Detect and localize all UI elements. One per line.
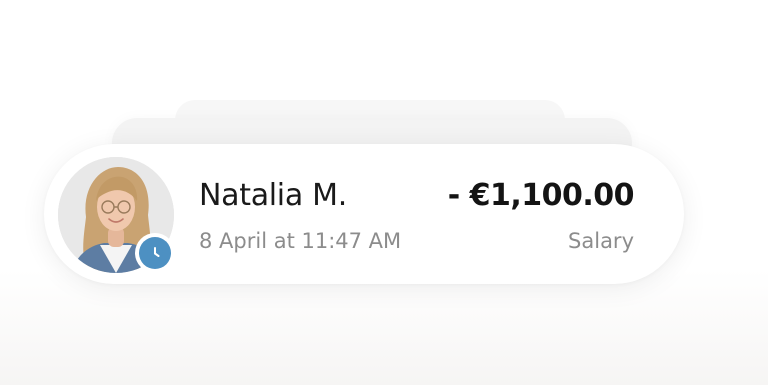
payee-name: Natalia M. — [199, 178, 347, 213]
transaction-amount: - €1,100.00 — [447, 178, 635, 213]
transaction-category: Salary — [568, 229, 634, 253]
status-badge — [135, 233, 175, 273]
transaction-timestamp: 8 April at 11:47 AM — [199, 229, 402, 253]
clock-icon — [139, 237, 171, 269]
